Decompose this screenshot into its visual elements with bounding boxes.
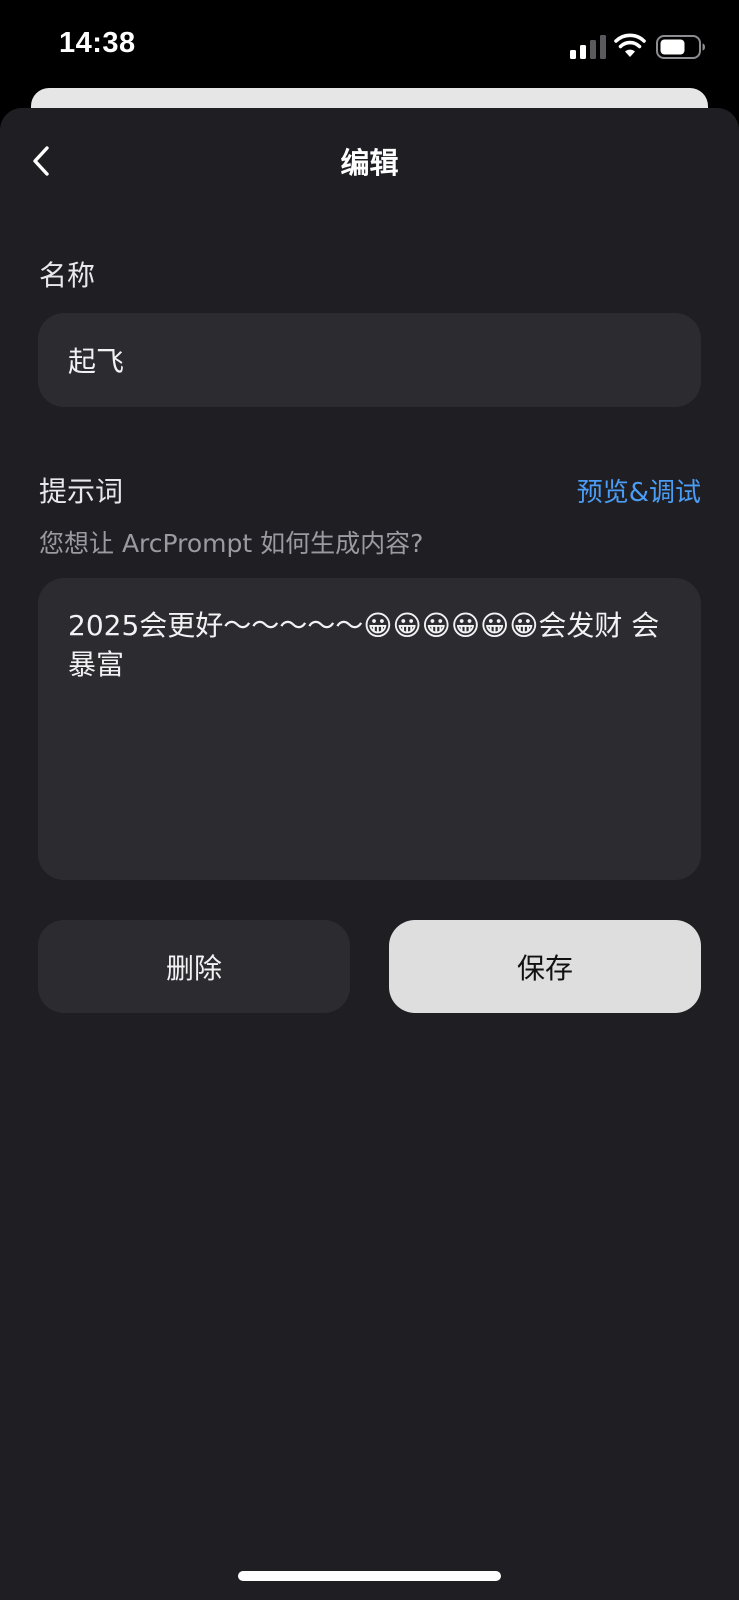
status-time: 14:38 xyxy=(59,27,136,59)
battery-icon xyxy=(656,35,705,59)
name-input-value: 起飞 xyxy=(68,345,125,378)
save-button-label: 保存 xyxy=(516,951,573,985)
home-indicator[interactable] xyxy=(238,1571,501,1581)
signal-icon xyxy=(570,35,606,59)
name-input[interactable]: 起飞 xyxy=(38,313,701,407)
preview-debug-link[interactable]: 预览&调试 xyxy=(577,472,701,509)
prompt-hint: 您想让 ArcPrompt 如何生成内容? xyxy=(39,529,424,558)
save-button[interactable]: 保存 xyxy=(389,920,701,1013)
name-label: 名称 xyxy=(39,259,96,292)
prompt-textarea[interactable]: 2025会更好～～～～～😀😀😀😀😀😀会发财 会暴富 xyxy=(38,578,701,880)
delete-button[interactable]: 删除 xyxy=(38,920,350,1013)
status-bar: 14:38 xyxy=(0,0,739,95)
page-title: 编辑 xyxy=(340,146,399,180)
wifi-icon xyxy=(614,33,646,57)
delete-button-label: 删除 xyxy=(165,951,222,985)
prompt-label: 提示词 xyxy=(39,475,124,508)
prompt-textarea-value: 2025会更好～～～～～😀😀😀😀😀😀会发财 会暴富 xyxy=(68,609,660,681)
